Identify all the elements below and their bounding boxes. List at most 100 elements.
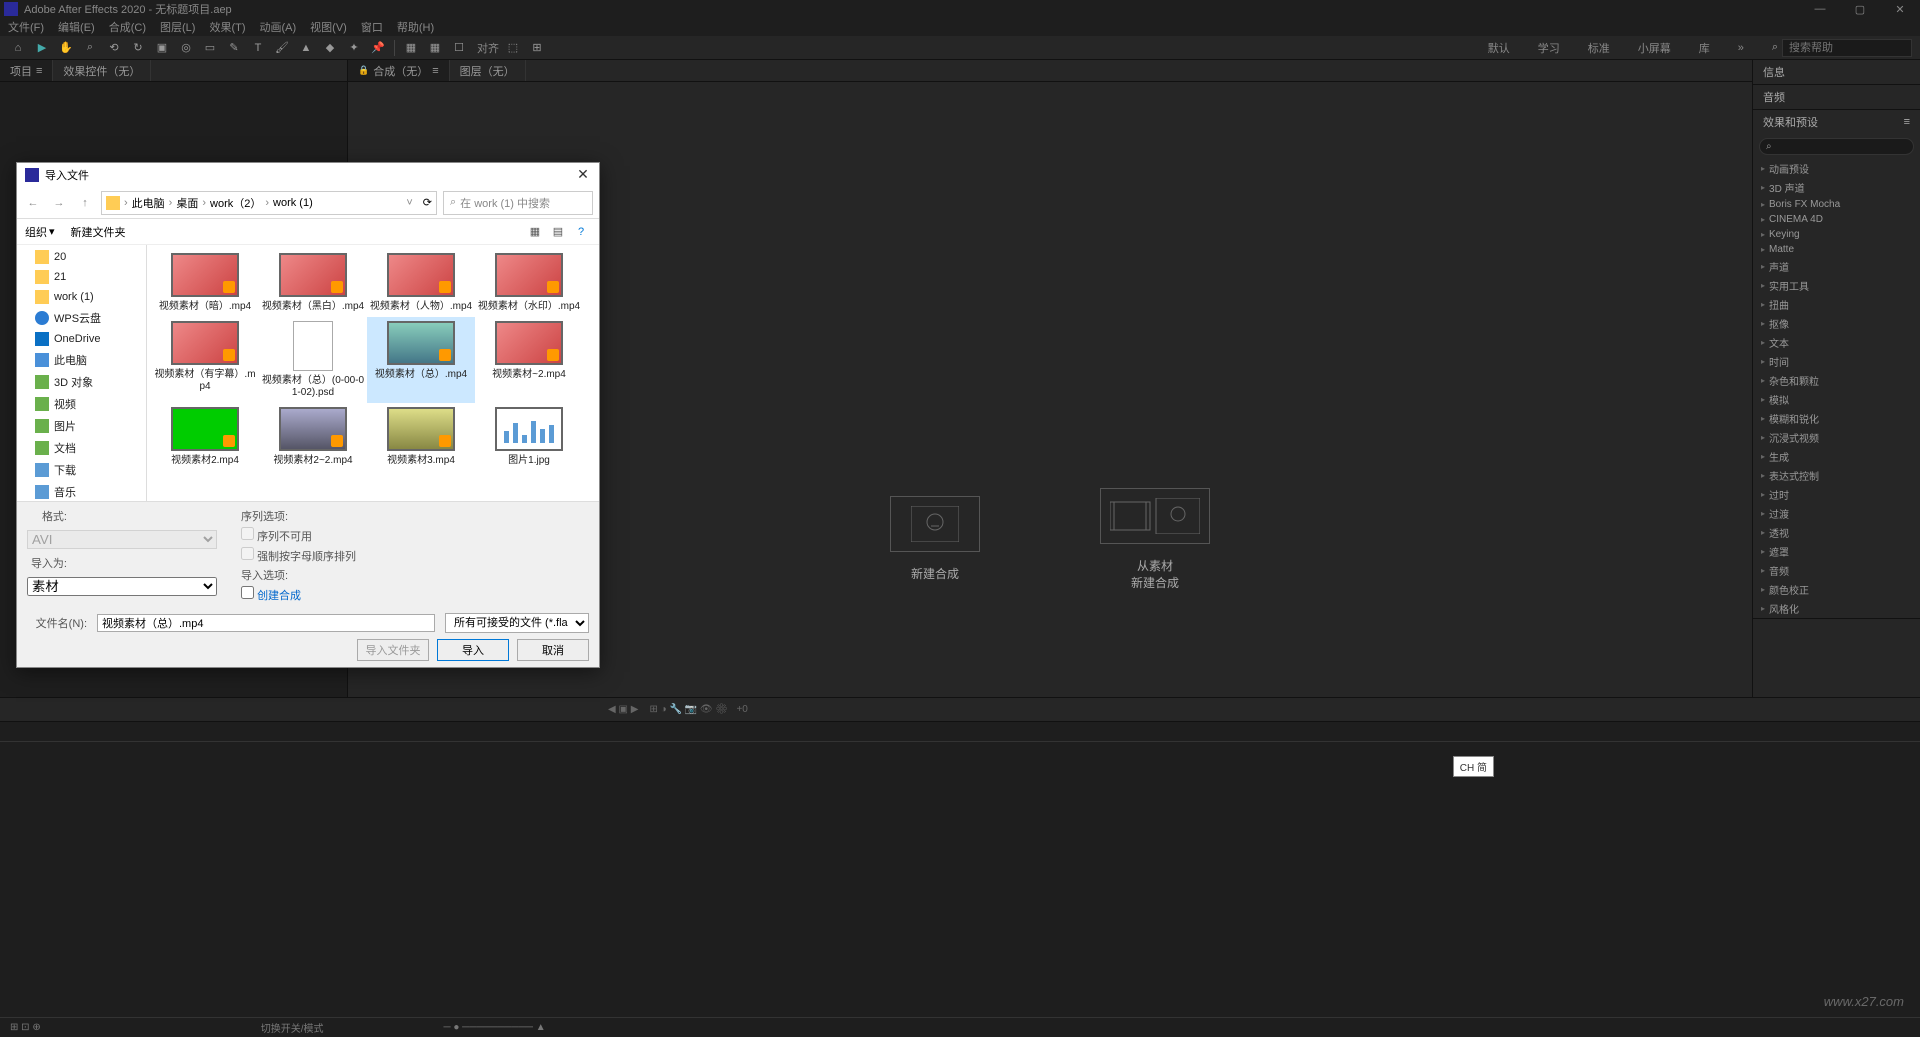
sidebar-item[interactable]: 音乐 <box>17 481 146 501</box>
dialog-file-list[interactable]: 视频素材（暗）.mp4视频素材（黑白）.mp4视频素材（人物）.mp4视频素材（… <box>147 245 599 501</box>
hand-tool-icon[interactable]: ✋ <box>56 38 76 58</box>
effect-category-item[interactable]: ▸杂色和颗粒 <box>1753 371 1920 390</box>
pan-behind-tool-icon[interactable]: ◎ <box>176 38 196 58</box>
menu-file[interactable]: 文件(F) <box>8 19 44 35</box>
orbit-tool-icon[interactable]: ⟲ <box>104 38 124 58</box>
workspace-library[interactable]: 库 <box>1699 40 1710 56</box>
dialog-close-button[interactable]: ✕ <box>573 166 593 183</box>
close-button[interactable]: ✕ <box>1880 0 1920 18</box>
effects-search-input[interactable]: ⌕ <box>1759 138 1914 155</box>
zoom-tool-icon[interactable]: ⌕ <box>80 38 100 58</box>
menu-animation[interactable]: 动画(A) <box>260 19 297 35</box>
sidebar-item[interactable]: WPS云盘 <box>17 307 146 329</box>
timeline-ruler[interactable] <box>0 722 1920 742</box>
workspace-standard[interactable]: 标准 <box>1588 40 1610 56</box>
sidebar-item[interactable]: 3D 对象 <box>17 371 146 393</box>
effect-category-item[interactable]: ▸实用工具 <box>1753 276 1920 295</box>
audio-panel-header[interactable]: 音频 <box>1753 85 1920 109</box>
snap-checkbox-icon[interactable]: ☐ <box>449 38 469 58</box>
mask-mode-icon[interactable]: ▦ <box>401 38 421 58</box>
breadcrumb-segment[interactable]: work (1) <box>273 197 313 209</box>
create-comp-checkbox[interactable]: 创建合成 <box>241 586 356 603</box>
menu-composition[interactable]: 合成(C) <box>109 19 146 35</box>
file-item[interactable]: 视频素材2~2.mp4 <box>259 403 367 471</box>
new-from-footage-card[interactable]: 从素材 新建合成 <box>1100 488 1210 592</box>
breadcrumb-segment[interactable]: 此电脑 <box>132 195 165 211</box>
clone-tool-icon[interactable]: ▲ <box>296 38 316 58</box>
sidebar-item[interactable]: 文档 <box>17 437 146 459</box>
dialog-search-input[interactable]: ⌕ 在 work (1) 中搜索 <box>443 191 593 215</box>
breadcrumb[interactable]: › 此电脑 › 桌面 › work（2） › work (1) ˅ ⟳ <box>101 191 437 215</box>
file-item[interactable]: 视频素材（暗）.mp4 <box>151 249 259 317</box>
sidebar-item[interactable]: 视频 <box>17 393 146 415</box>
eraser-tool-icon[interactable]: ◆ <box>320 38 340 58</box>
sidebar-item[interactable]: 20 <box>17 247 146 267</box>
file-item[interactable]: 视频素材（黑白）.mp4 <box>259 249 367 317</box>
file-item[interactable]: 视频素材~2.mp4 <box>475 317 583 403</box>
effect-category-item[interactable]: ▸透视 <box>1753 523 1920 542</box>
file-item[interactable]: 视频素材（水印）.mp4 <box>475 249 583 317</box>
effect-category-item[interactable]: ▸Matte <box>1753 242 1920 257</box>
menu-view[interactable]: 视图(V) <box>310 19 347 35</box>
effect-category-item[interactable]: ▸Keying <box>1753 227 1920 242</box>
minimize-button[interactable]: — <box>1800 0 1840 18</box>
import-as-select[interactable]: 素材 <box>27 577 217 596</box>
pen-tool-icon[interactable]: ✎ <box>224 38 244 58</box>
menu-help[interactable]: 帮助(H) <box>397 19 434 35</box>
file-item[interactable]: 视频素材（有字幕）.mp4 <box>151 317 259 403</box>
view-details-button[interactable]: ▤ <box>548 223 568 241</box>
help-search-input[interactable] <box>1782 39 1912 57</box>
snap-edge-icon[interactable]: ⬚ <box>503 38 523 58</box>
nav-back-icon[interactable]: ← <box>23 197 43 209</box>
import-button[interactable]: 导入 <box>437 639 509 661</box>
effect-category-item[interactable]: ▸遮罩 <box>1753 542 1920 561</box>
timeline-zoom-slider[interactable]: ─ ● ────────── ▲ <box>443 1022 545 1033</box>
file-item[interactable]: 视频素材（总）.mp4 <box>367 317 475 403</box>
workspace-learn[interactable]: 学习 <box>1538 40 1560 56</box>
menu-effect[interactable]: 效果(T) <box>209 19 245 35</box>
file-item[interactable]: 视频素材（总）(0-00-01-02).psd <box>259 317 367 403</box>
effect-category-item[interactable]: ▸文本 <box>1753 333 1920 352</box>
tab-menu-icon[interactable]: ≡ <box>432 65 438 77</box>
nav-forward-icon[interactable]: → <box>49 197 69 209</box>
nav-up-icon[interactable]: ↑ <box>75 197 95 209</box>
menu-edit[interactable]: 编辑(E) <box>58 19 95 35</box>
tab-menu-icon[interactable]: ≡ <box>36 65 42 77</box>
text-tool-icon[interactable]: T <box>248 38 268 58</box>
effect-category-item[interactable]: ▸音频 <box>1753 561 1920 580</box>
selection-tool-icon[interactable]: ▶ <box>32 38 52 58</box>
help-icon[interactable]: ? <box>571 223 591 241</box>
effects-panel-header[interactable]: 效果和预设 ≡ <box>1753 110 1920 134</box>
file-item[interactable]: 视频素材（人物）.mp4 <box>367 249 475 317</box>
sidebar-item[interactable]: OneDrive <box>17 329 146 349</box>
filetype-select[interactable]: 所有可接受的文件 (*.fla;*.prpr <box>445 613 589 633</box>
effect-category-item[interactable]: ▸时间 <box>1753 352 1920 371</box>
breadcrumb-segment[interactable]: work（2） <box>210 195 261 211</box>
effect-category-item[interactable]: ▸过时 <box>1753 485 1920 504</box>
effect-category-item[interactable]: ▸3D 声道 <box>1753 178 1920 197</box>
brush-tool-icon[interactable]: 🖌 <box>272 38 292 58</box>
effect-category-item[interactable]: ▸扭曲 <box>1753 295 1920 314</box>
effect-category-item[interactable]: ▸过渡 <box>1753 504 1920 523</box>
view-icons-button[interactable]: ▦ <box>525 223 545 241</box>
sidebar-item[interactable]: 图片 <box>17 415 146 437</box>
tab-project[interactable]: 项目 ≡ <box>0 60 53 81</box>
effect-category-item[interactable]: ▸生成 <box>1753 447 1920 466</box>
cancel-button[interactable]: 取消 <box>517 639 589 661</box>
tab-effect-controls[interactable]: 效果控件（无） <box>53 60 151 81</box>
sidebar-item[interactable]: 此电脑 <box>17 349 146 371</box>
effect-category-item[interactable]: ▸模糊和锐化 <box>1753 409 1920 428</box>
tab-layer[interactable]: 图层（无） <box>450 60 526 81</box>
new-folder-button[interactable]: 新建文件夹 <box>71 224 126 240</box>
effect-category-item[interactable]: ▸声道 <box>1753 257 1920 276</box>
workspace-small[interactable]: 小屏幕 <box>1638 40 1671 56</box>
effect-category-item[interactable]: ▸颜色校正 <box>1753 580 1920 599</box>
status-icon[interactable]: ⊞ ⊡ ⊕ <box>10 1022 41 1033</box>
tab-composition[interactable]: 🔒 合成（无） ≡ <box>348 60 450 81</box>
sidebar-item[interactable]: work (1) <box>17 287 146 307</box>
home-icon[interactable]: ⌂ <box>8 38 28 58</box>
puppet-tool-icon[interactable]: 📌 <box>368 38 388 58</box>
maximize-button[interactable]: ▢ <box>1840 0 1880 18</box>
file-item[interactable]: 视频素材2.mp4 <box>151 403 259 471</box>
effect-category-item[interactable]: ▸动画预设 <box>1753 159 1920 178</box>
